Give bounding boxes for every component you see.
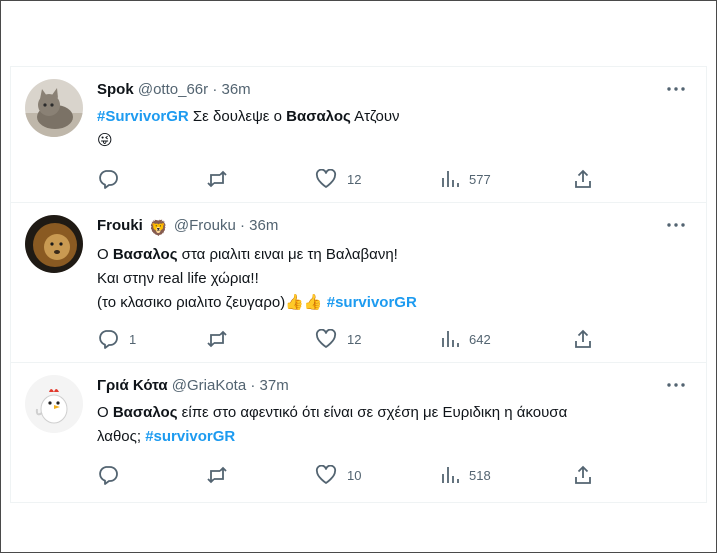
like-button[interactable]: 12	[315, 327, 361, 351]
share-icon	[575, 465, 591, 484]
separator-dot: ·	[212, 81, 218, 98]
avatar[interactable]	[25, 215, 83, 273]
timestamp[interactable]: 37m	[260, 377, 289, 394]
tweet-header: Spok @otto_66r · 36m	[97, 81, 666, 101]
action-bar: 12 577	[97, 167, 617, 191]
heart-icon	[315, 169, 337, 188]
user-handle[interactable]: @Frouku	[174, 217, 236, 234]
views-count: 518	[469, 467, 491, 483]
timestamp[interactable]: 36m	[249, 217, 278, 234]
more-icon[interactable]	[664, 215, 688, 235]
hashtag-link[interactable]: #SurvivorGR	[97, 108, 189, 125]
text-span: Ατζουν	[350, 108, 400, 125]
display-name[interactable]: Frouki	[97, 217, 143, 234]
tweet-header: Frouki 🦁 @Frouku · 36m	[97, 217, 666, 237]
user-handle[interactable]: @otto_66r	[138, 81, 208, 98]
separator-dot: ·	[250, 377, 256, 394]
views-icon	[442, 331, 459, 347]
text-line: Και στην real life χώρια!!	[97, 270, 259, 287]
user-handle[interactable]: @GriaKota	[172, 377, 246, 394]
action-bar: 10 518	[97, 463, 617, 487]
retweet-button[interactable]	[205, 167, 239, 191]
reply-icon	[99, 170, 118, 189]
bold-text: Βασαλος	[112, 404, 178, 421]
share-icon	[575, 169, 591, 188]
views-count: 577	[469, 171, 491, 187]
retweet-icon	[207, 466, 227, 484]
heart-icon	[315, 465, 337, 484]
reply-button[interactable]	[97, 463, 129, 487]
reply-icon	[99, 466, 118, 485]
bold-text: Βασαλος	[286, 108, 351, 125]
like-count: 12	[347, 171, 362, 187]
text-span: είπε στο αφεντικό ότι είναι σε σχέση με …	[177, 404, 568, 421]
reply-button[interactable]	[97, 167, 129, 191]
separator-dot: ·	[239, 217, 245, 234]
retweet-icon	[207, 330, 227, 348]
tweet[interactable]: Γριά Κότα @GriaKota · 37m Ο Βασαλος είπε…	[11, 363, 706, 502]
share-button[interactable]	[573, 167, 593, 191]
tweet-feed: Spok @otto_66r · 36m #SurvivorGR Σε δουλ…	[10, 66, 707, 503]
text-span: Ο	[97, 404, 113, 421]
tweet-header: Γριά Κότα @GriaKota · 37m	[97, 377, 666, 397]
timestamp[interactable]: 36m	[221, 81, 250, 98]
avatar[interactable]	[25, 375, 83, 433]
retweet-button[interactable]	[205, 463, 239, 487]
display-name[interactable]: Spok	[97, 81, 134, 98]
like-count: 10	[347, 467, 362, 483]
tweet-text: #SurvivorGR Σε δουλεψε ο Βασαλος Ατζουν …	[97, 105, 676, 153]
display-name[interactable]: Γριά Κότα	[97, 377, 168, 394]
views-button[interactable]: 518	[439, 463, 491, 487]
tweet-text: Ο Βασαλος στα ριαλιτι ειναι με τη Βαλαβα…	[97, 243, 676, 315]
lion-emoji: 🦁	[149, 220, 168, 237]
tweet-text: Ο Βασαλος είπε στο αφεντικό ότι είναι σε…	[97, 401, 676, 449]
reply-icon	[99, 330, 118, 349]
tweet[interactable]: Spok @otto_66r · 36m #SurvivorGR Σε δουλ…	[11, 67, 706, 203]
emoji: 😜	[97, 132, 113, 149]
text-span: στα ριαλιτι ειναι με τη Βαλαβανη!	[177, 246, 398, 263]
hashtag-link[interactable]: #survivorGR	[145, 428, 235, 445]
text-span: (το κλασικο ριαλιτο ζευγαρο)	[97, 294, 286, 311]
share-icon	[575, 329, 591, 348]
share-button[interactable]	[573, 327, 593, 351]
avatar[interactable]	[25, 79, 83, 137]
views-count: 642	[469, 331, 491, 347]
more-icon[interactable]	[664, 79, 688, 99]
retweet-icon	[207, 170, 227, 188]
reply-count: 1	[129, 331, 137, 347]
views-icon	[442, 171, 459, 187]
reply-button[interactable]: 1	[97, 327, 136, 351]
tweet[interactable]: Frouki 🦁 @Frouku · 36m Ο Βασαλος στα ρια…	[11, 203, 706, 363]
retweet-button[interactable]	[205, 327, 239, 351]
text-span: Σε δουλεψε ο	[188, 108, 287, 125]
bold-text: Βασαλος	[112, 246, 178, 263]
share-button[interactable]	[573, 463, 593, 487]
action-bar: 1 12 642	[97, 327, 617, 351]
text-span: Ο	[97, 246, 113, 263]
views-button[interactable]: 577	[439, 167, 491, 191]
like-count: 12	[347, 331, 362, 347]
heart-icon	[315, 329, 337, 348]
text-span: λαθος;	[97, 428, 146, 445]
like-button[interactable]: 10	[315, 463, 361, 487]
views-icon	[442, 467, 459, 483]
like-button[interactable]: 12	[315, 167, 361, 191]
hashtag-link[interactable]: #survivorGR	[327, 294, 417, 311]
more-icon[interactable]	[664, 375, 688, 395]
views-button[interactable]: 642	[439, 327, 491, 351]
thumbs-up-emoji: 👍👍	[285, 294, 323, 311]
